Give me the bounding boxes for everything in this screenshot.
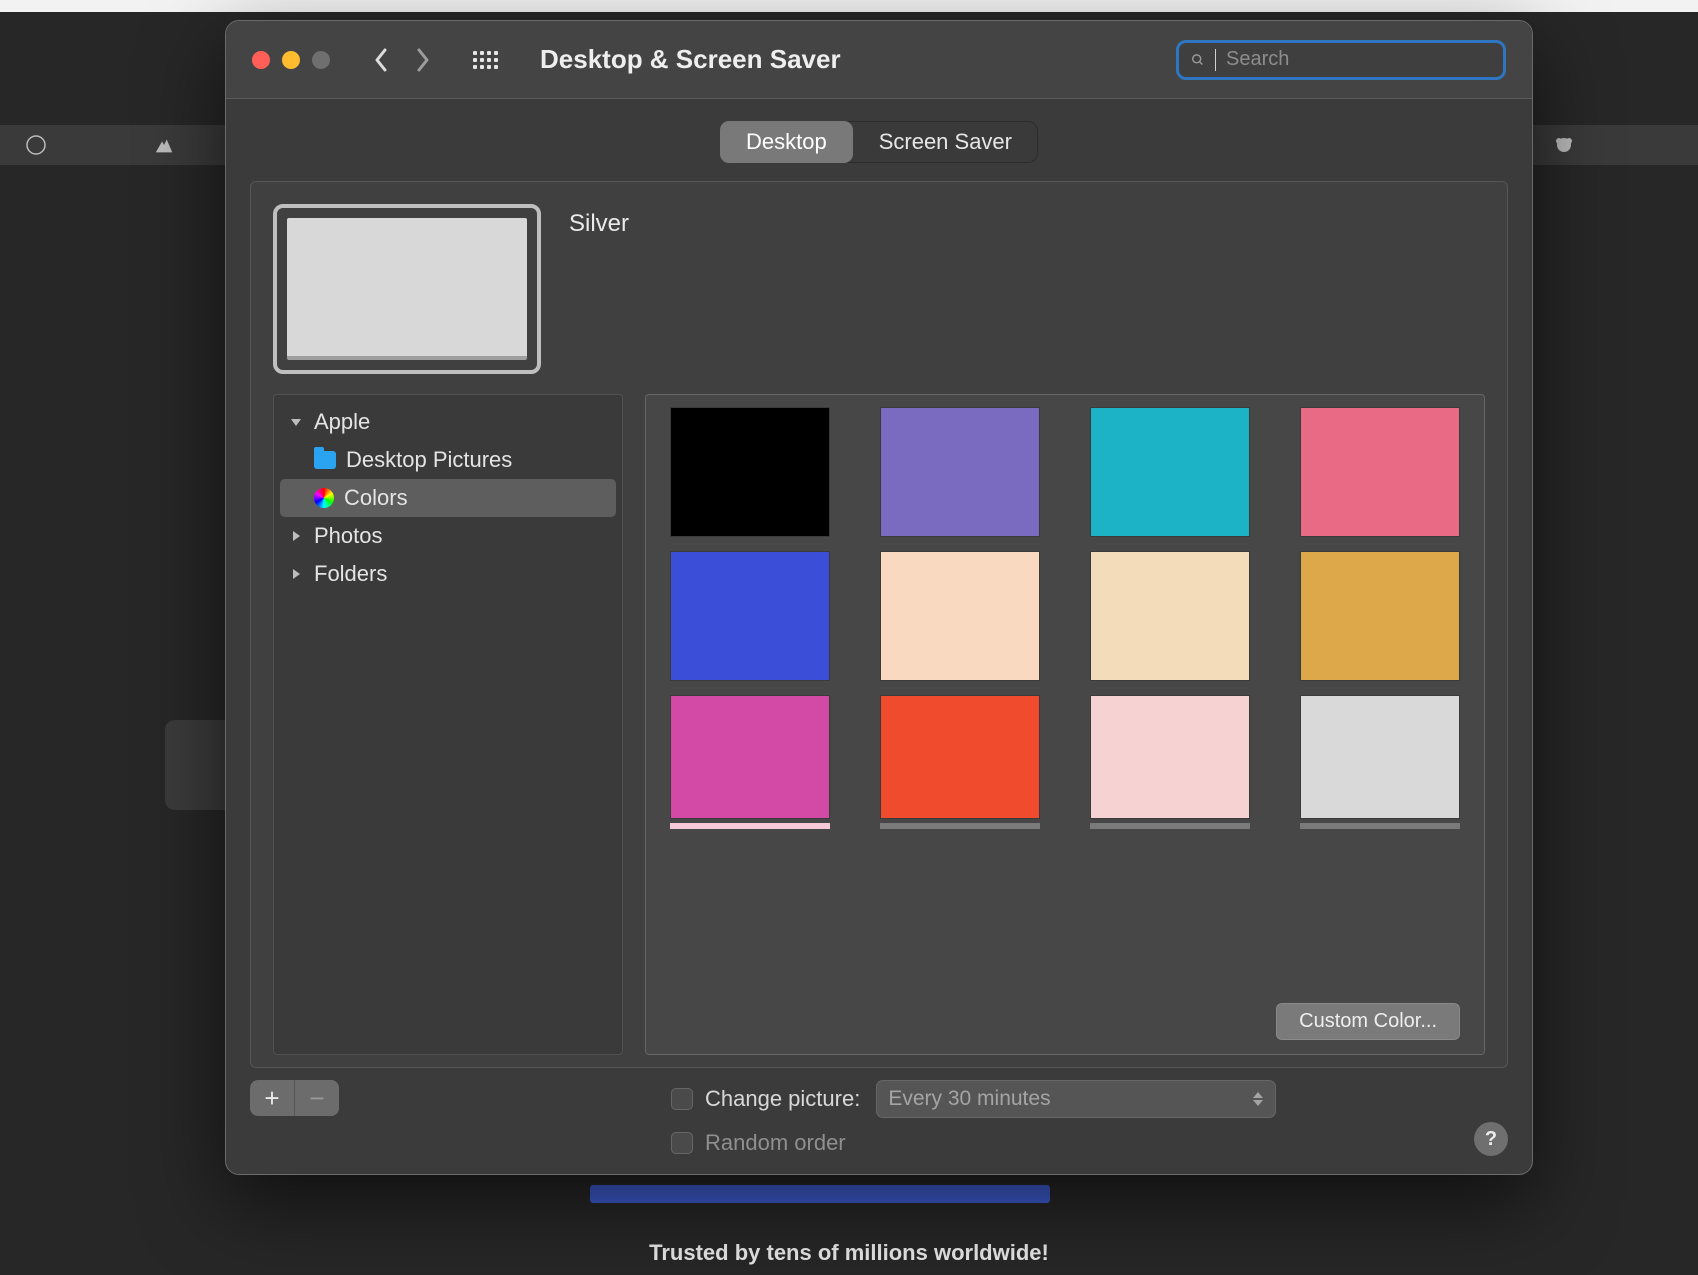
backdrop-tab-icon	[22, 131, 50, 159]
backdrop-tagline: Trusted by tens of millions worldwide!	[0, 1240, 1698, 1266]
swatch-strip[interactable]	[670, 823, 830, 829]
search-input[interactable]	[1226, 48, 1491, 71]
show-all-button[interactable]	[470, 45, 500, 75]
swatch-scroll[interactable]	[646, 395, 1484, 993]
color-swatch[interactable]	[1090, 695, 1250, 819]
remove-folder-button[interactable]: −	[295, 1080, 339, 1116]
color-swatch[interactable]	[880, 695, 1040, 819]
back-button[interactable]	[366, 45, 396, 75]
color-wheel-icon	[314, 488, 334, 508]
tree-label: Colors	[344, 485, 408, 511]
desktop-preview-thumbnail	[273, 204, 541, 374]
color-swatch[interactable]	[880, 551, 1040, 681]
tree-item-desktop-pictures[interactable]: Desktop Pictures	[280, 441, 616, 479]
backdrop-tab-icon	[150, 131, 178, 159]
backdrop-cta-bar	[590, 1185, 1050, 1203]
color-swatch[interactable]	[1300, 407, 1460, 537]
minimize-button[interactable]	[282, 51, 300, 69]
color-swatch[interactable]	[670, 407, 830, 537]
backdrop-tab-icon	[1550, 131, 1578, 159]
color-swatch[interactable]	[880, 407, 1040, 537]
tree-item-apple[interactable]: Apple	[280, 403, 616, 441]
chevron-down-icon	[288, 414, 304, 430]
color-swatch[interactable]	[1300, 551, 1460, 681]
swatch-strip[interactable]	[1090, 823, 1250, 829]
current-color-name: Silver	[569, 210, 629, 238]
random-order-label: Random order	[705, 1130, 846, 1156]
swatch-strip-row	[670, 823, 1460, 829]
nav-arrows	[366, 45, 438, 75]
custom-color-button[interactable]: Custom Color...	[1276, 1003, 1460, 1040]
bottom-controls: + − Change picture: Every 30 minutes Ran…	[226, 1068, 1532, 1174]
browser-chrome-top	[0, 0, 1698, 12]
dropdown-value: Every 30 minutes	[888, 1087, 1050, 1111]
tree-label: Folders	[314, 561, 387, 587]
help-button[interactable]: ?	[1474, 1122, 1508, 1156]
tree-item-photos[interactable]: Photos	[280, 517, 616, 555]
forward-button[interactable]	[408, 45, 438, 75]
swatch-grid	[670, 407, 1460, 819]
color-swatch[interactable]	[1090, 407, 1250, 537]
add-folder-button[interactable]: +	[250, 1080, 294, 1116]
close-button[interactable]	[252, 51, 270, 69]
change-picture-label: Change picture:	[705, 1086, 860, 1112]
preferences-window: Desktop & Screen Saver Desktop Screen Sa…	[225, 20, 1533, 1175]
color-swatch[interactable]	[1300, 695, 1460, 819]
add-remove-group: + −	[250, 1080, 339, 1116]
swatch-panel: Custom Color...	[645, 394, 1485, 1055]
stepper-icon	[1252, 1091, 1264, 1107]
text-caret	[1215, 49, 1216, 71]
change-picture-checkbox[interactable]	[671, 1088, 693, 1110]
tree-item-colors[interactable]: Colors	[280, 479, 616, 517]
tree-label: Apple	[314, 409, 370, 435]
source-list: Apple Desktop Pictures Colors Photos	[273, 394, 623, 1055]
tab-screen-saver[interactable]: Screen Saver	[853, 121, 1038, 163]
zoom-button[interactable]	[312, 51, 330, 69]
content-frame: Silver Apple Desktop Pictures Colors	[250, 181, 1508, 1068]
color-swatch[interactable]	[1090, 551, 1250, 681]
change-picture-interval-dropdown[interactable]: Every 30 minutes	[876, 1080, 1276, 1118]
chevron-right-icon	[288, 566, 304, 582]
swatch-strip[interactable]	[1300, 823, 1460, 829]
desktop-preview-inner	[287, 218, 527, 360]
titlebar: Desktop & Screen Saver	[226, 21, 1532, 99]
preview-row: Silver	[273, 204, 1485, 374]
color-swatch[interactable]	[670, 551, 830, 681]
tree-label: Photos	[314, 523, 383, 549]
tab-bar: Desktop Screen Saver	[226, 99, 1532, 163]
tab-desktop[interactable]: Desktop	[720, 121, 853, 163]
tree-label: Desktop Pictures	[346, 447, 512, 473]
traffic-lights	[252, 51, 330, 69]
folder-icon	[314, 451, 336, 469]
window-title: Desktop & Screen Saver	[540, 44, 841, 75]
chevron-right-icon	[288, 528, 304, 544]
random-order-checkbox[interactable]	[671, 1132, 693, 1154]
search-field[interactable]	[1176, 40, 1506, 80]
color-swatch[interactable]	[670, 695, 830, 819]
split-view: Apple Desktop Pictures Colors Photos	[273, 394, 1485, 1055]
tree-item-folders[interactable]: Folders	[280, 555, 616, 593]
swatch-strip[interactable]	[880, 823, 1040, 829]
